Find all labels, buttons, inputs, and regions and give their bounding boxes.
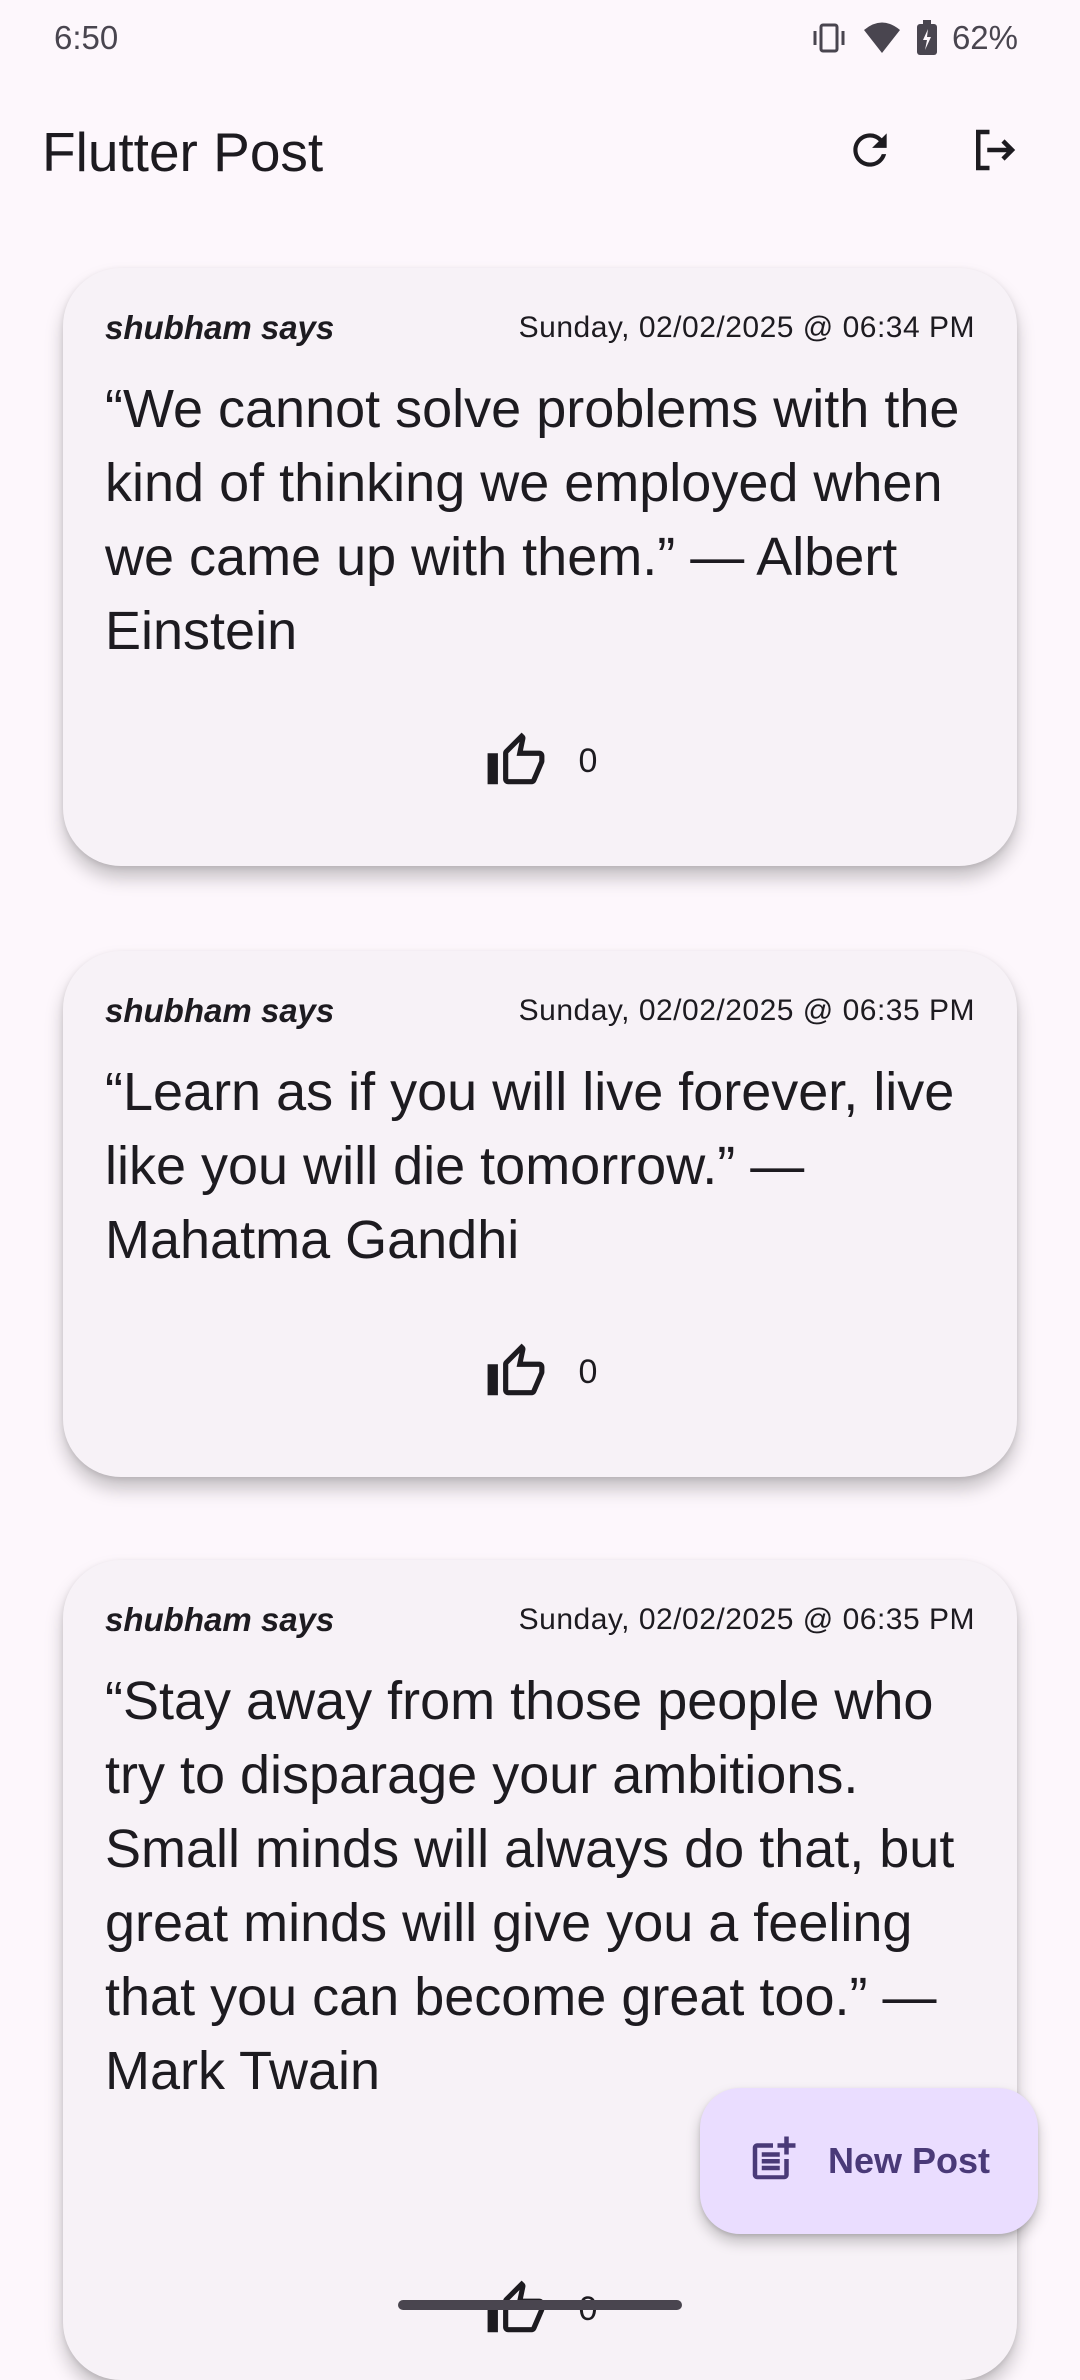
app-title: Flutter Post (42, 121, 324, 183)
app-bar: Flutter Post (0, 96, 1080, 208)
battery-icon (916, 20, 938, 56)
refresh-button[interactable] (822, 104, 918, 200)
thumb-up-icon (487, 1343, 544, 1396)
post-text: “Stay away from those people who try to … (105, 1671, 955, 2101)
post-text: “We cannot solve problems with the kind … (105, 379, 960, 661)
like-count: 0 (578, 1352, 598, 1391)
logout-icon (967, 123, 1021, 182)
post-card: shubham says Sunday, 02/02/2025 @ 06:34 … (63, 268, 1017, 866)
new-post-label: New Post (828, 2140, 991, 2181)
status-time: 6:50 (54, 19, 119, 56)
logout-button[interactable] (946, 104, 1042, 200)
post-author: shubham says (105, 992, 335, 1029)
post-date: Sunday, 02/02/2025 @ 06:35 PM (518, 1603, 975, 1636)
refresh-icon (845, 125, 895, 180)
battery-level: 62% (951, 19, 1018, 56)
thumb-up-icon (487, 732, 544, 785)
like-button[interactable] (483, 1339, 549, 1405)
status-bar: 6:50 62% (0, 0, 1080, 76)
post-card: shubham says Sunday, 02/02/2025 @ 06:35 … (63, 951, 1017, 1477)
home-indicator[interactable] (398, 2300, 682, 2310)
like-row: 0 (63, 728, 1017, 794)
post-date: Sunday, 02/02/2025 @ 06:35 PM (518, 994, 975, 1027)
new-post-button[interactable]: New Post (700, 2088, 1038, 2234)
like-count: 0 (578, 741, 598, 780)
like-button[interactable] (483, 728, 549, 794)
post-card: shubham says Sunday, 02/02/2025 @ 06:35 … (63, 1560, 1017, 2380)
like-row: 0 (63, 1339, 1017, 1405)
post-add-icon (746, 2132, 800, 2191)
post-date: Sunday, 02/02/2025 @ 06:34 PM (518, 311, 975, 344)
post-author: shubham says (105, 309, 335, 346)
vibrate-icon (810, 21, 848, 55)
post-author: shubham says (105, 1601, 335, 1638)
status-icons: 62% (810, 19, 1018, 57)
wifi-icon (862, 21, 902, 55)
post-text: “Learn as if you will live forever, live… (105, 1062, 955, 1270)
